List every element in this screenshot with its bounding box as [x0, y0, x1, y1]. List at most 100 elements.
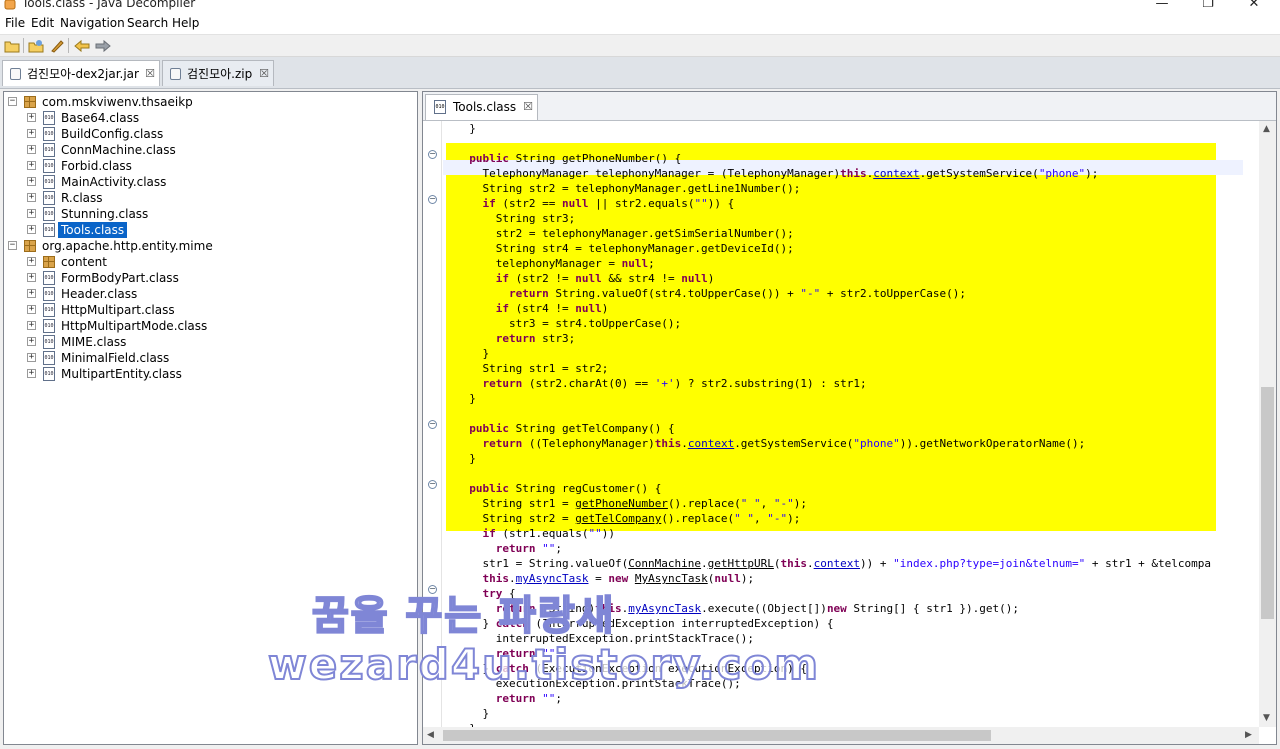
- code-line: TelephonyManager telephonyManager = (Tel…: [456, 167, 1099, 180]
- fold-icon[interactable]: −: [428, 195, 437, 204]
- open-file-icon[interactable]: [3, 37, 20, 54]
- toolbar-separator: [23, 38, 24, 53]
- tree-node[interactable]: +010 MinimalField.class: [27, 350, 408, 366]
- close-window-button[interactable]: ✕: [1231, 0, 1277, 14]
- tree-node[interactable]: +010 MIME.class: [27, 334, 408, 350]
- collapse-icon[interactable]: −: [8, 241, 17, 250]
- editor-tab-bar: 010 Tools.class ☒: [423, 92, 1276, 121]
- code-line: public String getPhoneNumber() {: [469, 152, 682, 165]
- tab-jar-file[interactable]: 검진모아-dex2jar.jar ☒: [2, 60, 160, 86]
- menu-navigation[interactable]: Navigation: [60, 16, 125, 30]
- expand-icon[interactable]: +: [27, 353, 36, 362]
- tree-node-label: R.class: [61, 191, 103, 205]
- expand-icon[interactable]: +: [27, 209, 36, 218]
- tree-node[interactable]: +010 BuildConfig.class: [27, 126, 408, 142]
- expand-icon[interactable]: +: [27, 113, 36, 122]
- open-type-icon[interactable]: [27, 37, 44, 54]
- expand-icon[interactable]: +: [27, 305, 36, 314]
- menu-file[interactable]: File: [5, 16, 25, 30]
- tree-node[interactable]: +010 MainActivity.class: [27, 174, 408, 190]
- vertical-scroll-thumb[interactable]: [1261, 387, 1274, 619]
- expand-icon[interactable]: +: [27, 161, 36, 170]
- tree-node[interactable]: + content: [27, 254, 408, 270]
- back-icon[interactable]: [73, 37, 90, 54]
- tree-node[interactable]: +010 HttpMultipartMode.class: [27, 318, 408, 334]
- tree-node[interactable]: +010 ConnMachine.class: [27, 142, 408, 158]
- expand-icon[interactable]: +: [27, 193, 36, 202]
- horizontal-scrollbar[interactable]: ◀ ▶: [423, 727, 1259, 744]
- code-line: if (str2 != null && str4 != null): [495, 272, 715, 285]
- expand-icon[interactable]: +: [27, 289, 36, 298]
- tree-node-label: Forbid.class: [61, 159, 132, 173]
- tab-tools-class[interactable]: 010 Tools.class ☒: [425, 94, 538, 120]
- tree-node-label: FormBodyPart.class: [61, 271, 179, 285]
- code-line: public String getTelCompany() {: [469, 422, 675, 435]
- close-tab-icon[interactable]: ☒: [259, 61, 269, 87]
- class-file-icon: 010: [43, 111, 55, 125]
- title-bar: Tools.class - Java Decompiler — ❐ ✕: [0, 0, 1280, 14]
- expand-icon[interactable]: +: [27, 145, 36, 154]
- menu-edit[interactable]: Edit: [31, 16, 54, 30]
- tree-node[interactable]: +010 FormBodyPart.class: [27, 270, 408, 286]
- expand-icon[interactable]: +: [27, 129, 36, 138]
- close-tab-icon[interactable]: ☒: [523, 95, 533, 119]
- forward-icon[interactable]: [94, 37, 111, 54]
- toolbar: [0, 35, 1280, 57]
- code-line: }: [456, 347, 490, 360]
- expand-icon[interactable]: +: [27, 321, 36, 330]
- tree-node[interactable]: +010 HttpMultipart.class: [27, 302, 408, 318]
- fold-icon[interactable]: −: [428, 480, 437, 489]
- tree-node-label: MIME.class: [61, 335, 127, 349]
- scroll-up-icon[interactable]: ▲: [1263, 124, 1270, 134]
- fold-icon[interactable]: −: [428, 150, 437, 159]
- close-tab-icon[interactable]: ☒: [145, 61, 155, 87]
- tree-node[interactable]: +010 Stunning.class: [27, 206, 408, 222]
- tree-node[interactable]: +010 MultipartEntity.class: [27, 366, 408, 382]
- maximize-button[interactable]: ❐: [1185, 0, 1231, 14]
- tab-zip-file[interactable]: 검진모아.zip ☒: [162, 60, 274, 86]
- minimize-button[interactable]: —: [1139, 0, 1185, 14]
- tree-node-label: MultipartEntity.class: [61, 367, 182, 381]
- menu-bar: File Edit Navigation Search Help: [0, 14, 1280, 35]
- tree-node-label: ConnMachine.class: [61, 143, 176, 157]
- tree-node[interactable]: +010 Base64.class: [27, 110, 408, 126]
- tree-node[interactable]: − org.apache.http.entity.mime: [8, 238, 408, 254]
- run-icon[interactable]: [48, 37, 65, 54]
- expand-icon[interactable]: +: [27, 225, 36, 234]
- class-file-icon: 010: [43, 191, 55, 205]
- watermark-url: wezard4u.tistory.com: [267, 639, 821, 690]
- class-file-icon: 010: [43, 319, 55, 333]
- expand-icon[interactable]: +: [27, 177, 36, 186]
- vertical-scrollbar[interactable]: ▲ ▼: [1259, 121, 1276, 727]
- horizontal-scroll-thumb[interactable]: [443, 730, 991, 741]
- expand-icon[interactable]: +: [27, 273, 36, 282]
- tree-node[interactable]: − com.mskviwenv.thsaeikp: [8, 94, 408, 110]
- scroll-right-icon[interactable]: ▶: [1245, 730, 1252, 740]
- class-file-icon: 010: [43, 143, 55, 157]
- code-line: public String regCustomer() {: [469, 482, 662, 495]
- scroll-left-icon[interactable]: ◀: [427, 730, 434, 740]
- menu-search[interactable]: Search: [127, 16, 168, 30]
- tree-node-label: HttpMultipartMode.class: [61, 319, 208, 333]
- collapse-icon[interactable]: −: [8, 97, 17, 106]
- expand-icon[interactable]: +: [27, 369, 36, 378]
- code-line: if (str4 != null): [495, 302, 609, 315]
- scroll-down-icon[interactable]: ▼: [1263, 713, 1270, 723]
- expand-icon[interactable]: +: [27, 257, 36, 266]
- app-icon: [4, 0, 16, 10]
- expand-icon[interactable]: +: [27, 337, 36, 346]
- class-file-icon: 010: [43, 271, 55, 285]
- fold-icon[interactable]: −: [428, 420, 437, 429]
- tree-node[interactable]: +010 Tools.class: [27, 222, 408, 238]
- tree-node[interactable]: +010 R.class: [27, 190, 408, 206]
- menu-help[interactable]: Help: [172, 16, 199, 30]
- code-line: String str4 = telephonyManager.getDevice…: [456, 242, 794, 255]
- tree-node[interactable]: +010 Header.class: [27, 286, 408, 302]
- code-line: }: [456, 452, 476, 465]
- code-line: return "";: [495, 542, 562, 555]
- code-line: String str2 = getTelCompany().replace(" …: [456, 512, 801, 525]
- class-file-icon: 010: [43, 175, 55, 189]
- tree-node[interactable]: +010 Forbid.class: [27, 158, 408, 174]
